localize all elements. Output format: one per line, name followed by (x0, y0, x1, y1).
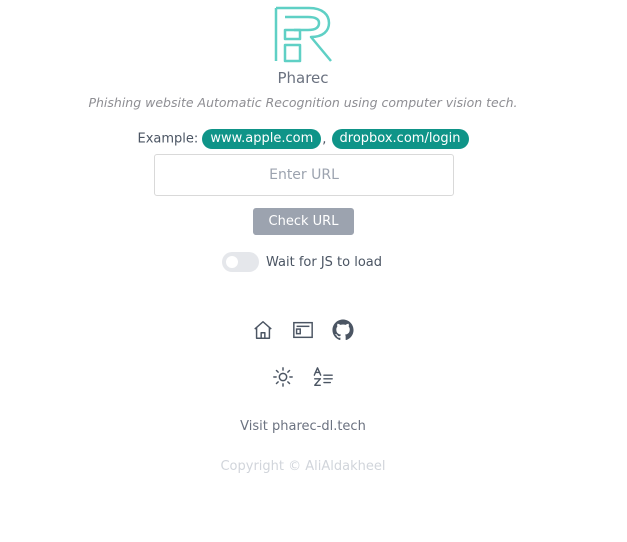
example-link-apple[interactable]: www.apple.com (202, 129, 322, 149)
js-toggle-row: Wait for JS to load (222, 252, 382, 272)
setting-icons (272, 366, 334, 388)
examples-row: Example: www.apple.com, dropbox.com/logi… (0, 129, 606, 149)
example-link-dropbox[interactable]: dropbox.com/login (331, 129, 469, 149)
github-icon[interactable] (332, 319, 354, 341)
examples-separator: , (322, 131, 327, 147)
translate-icon[interactable] (312, 366, 334, 388)
visit-site-link[interactable]: Visit pharec-dl.tech (0, 419, 606, 434)
page: Pharec Phishing website Automatic Recogn… (0, 0, 627, 542)
url-input[interactable] (154, 154, 454, 196)
check-url-button[interactable]: Check URL (253, 208, 354, 235)
copyright-text: Copyright © AliAldakheel (220, 459, 386, 474)
toggle-knob (226, 256, 238, 268)
app-name: Pharec (277, 69, 329, 87)
tagline: Phishing website Automatic Recognition u… (88, 95, 518, 110)
home-icon[interactable] (252, 319, 274, 341)
examples-label: Example: (137, 131, 199, 147)
nav-icons (252, 319, 354, 341)
newspaper-icon[interactable] (292, 319, 314, 341)
sun-icon[interactable] (272, 366, 294, 388)
pharec-logo-icon (274, 6, 332, 63)
js-toggle-label: Wait for JS to load (266, 254, 383, 270)
js-toggle-switch[interactable] (222, 252, 259, 272)
